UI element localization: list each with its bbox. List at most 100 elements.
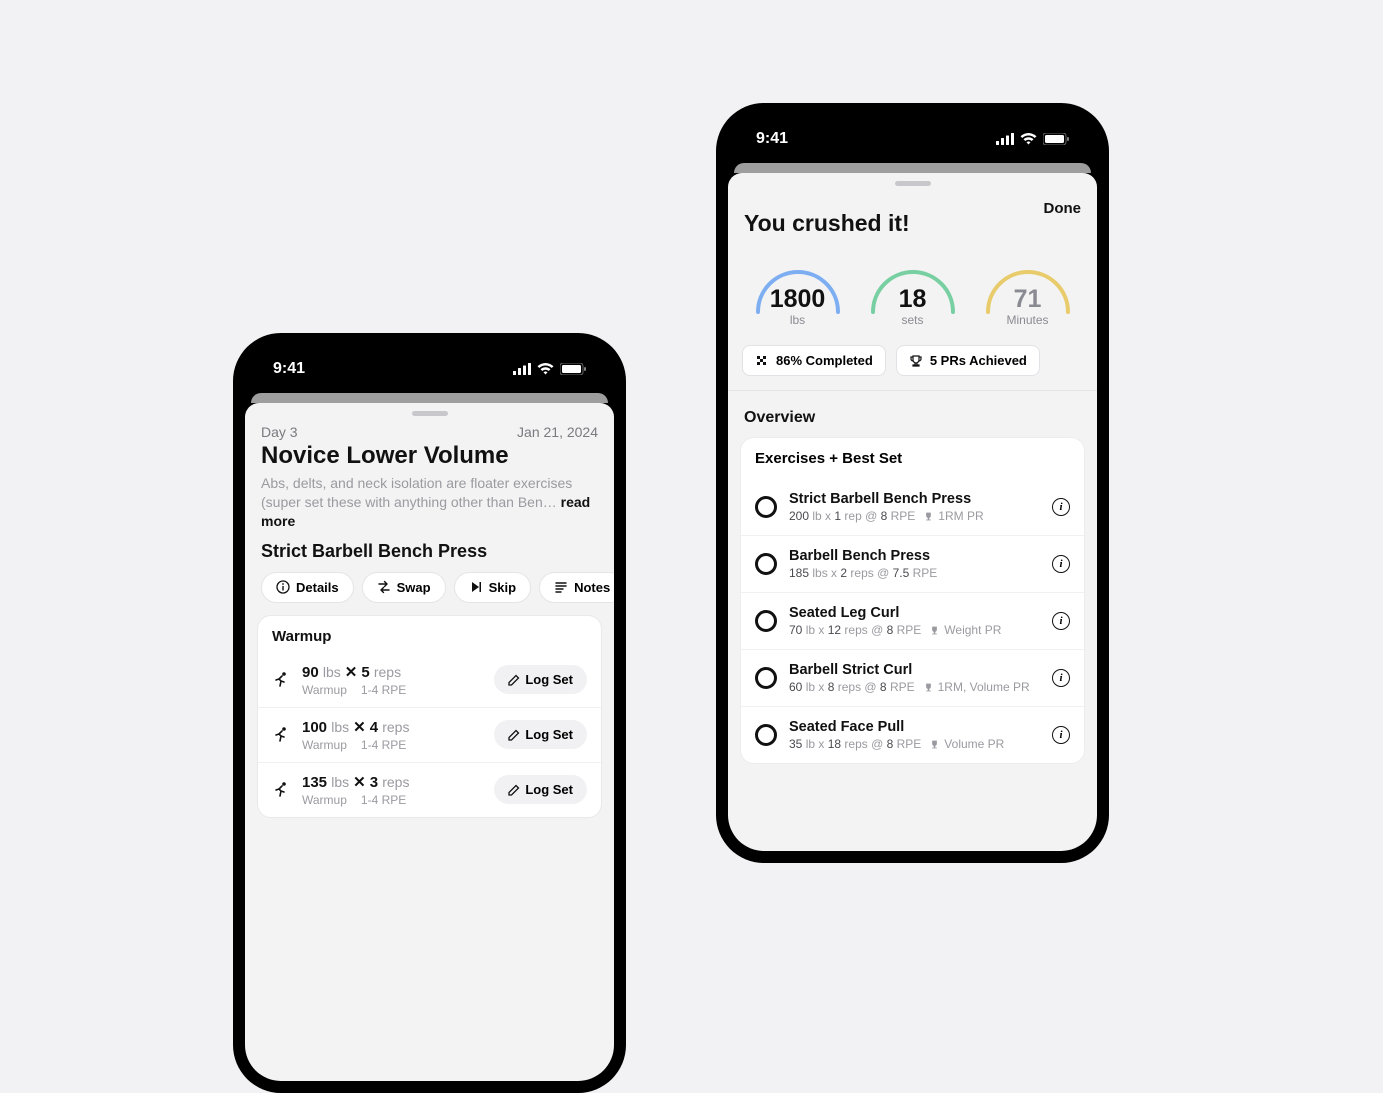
exercise-name: Seated Leg Curl [789, 605, 1040, 621]
log-set-button[interactable]: Log Set [494, 775, 587, 804]
trophy-icon [929, 739, 940, 750]
exercise-name: Strict Barbell Bench Press [789, 491, 1040, 507]
gauge-label: sets [860, 313, 965, 327]
workout-sheet: Day 3 Jan 21, 2024 Novice Lower Volume A… [245, 403, 614, 1081]
exercise-name: Seated Face Pull [789, 719, 1040, 735]
trophy-icon [909, 354, 923, 368]
done-button[interactable]: Done [1044, 200, 1082, 217]
details-button[interactable]: Details [261, 572, 354, 603]
swap-button[interactable]: Swap [362, 572, 446, 603]
battery-icon [1043, 133, 1069, 145]
pr-badge: Volume PR [929, 737, 1004, 751]
exercise-row: Seated Leg Curl 70 lb x 12 reps @ 8 RPE … [741, 592, 1084, 649]
status-icons [513, 363, 586, 375]
gauge-sets: 18 sets [860, 257, 965, 317]
notes-icon [554, 580, 568, 594]
workout-title: Novice Lower Volume [261, 442, 598, 470]
status-icons [996, 133, 1069, 145]
completion-ring [755, 724, 777, 746]
info-button[interactable]: i [1052, 669, 1070, 687]
set-info: 90 lbs✕5 reps Warmup1-4 RPE [302, 663, 482, 697]
phone-screen: 9:41 Done You crushed it! 1800 lbs 18 se… [728, 115, 1097, 851]
skip-button[interactable]: Skip [454, 572, 531, 603]
pencil-icon [508, 729, 520, 741]
exercise-row: Barbell Bench Press 185 lbs x 2 reps @ 7… [741, 535, 1084, 592]
exercises-header: Exercises + Best Set [741, 438, 1084, 479]
phone-right: 9:41 Done You crushed it! 1800 lbs 18 se… [716, 103, 1109, 863]
gauge-label: Minutes [975, 313, 1080, 327]
trophy-icon [923, 511, 934, 522]
info-button[interactable]: i [1052, 726, 1070, 744]
info-button[interactable]: i [1052, 612, 1070, 630]
status-bar: 9:41 [728, 115, 1097, 163]
trophy-icon [929, 625, 940, 636]
badges-row: 86% Completed 5 PRs Achieved [728, 327, 1097, 391]
sheet-underlay [734, 163, 1091, 173]
exercise-name: Barbell Strict Curl [789, 662, 1040, 678]
info-button[interactable]: i [1052, 555, 1070, 573]
swap-icon [377, 580, 391, 594]
set-row: 90 lbs✕5 reps Warmup1-4 RPE Log Set [258, 653, 601, 707]
set-row: 100 lbs✕4 reps Warmup1-4 RPE Log Set [258, 707, 601, 762]
overview-heading: Overview [728, 391, 1097, 437]
flag-icon [755, 354, 769, 368]
sheet-grabber[interactable] [412, 411, 448, 416]
set-info: 100 lbs✕4 reps Warmup1-4 RPE [302, 718, 482, 752]
sheet-underlay [251, 393, 608, 403]
exercise-info: Barbell Bench Press 185 lbs x 2 reps @ 7… [789, 548, 1040, 580]
running-icon [272, 781, 290, 799]
completion-ring [755, 553, 777, 575]
pencil-icon [508, 784, 520, 796]
set-row: 135 lbs✕3 reps Warmup1-4 RPE Log Set [258, 762, 601, 817]
completion-ring [755, 667, 777, 689]
exercise-row: Strict Barbell Bench Press 200 lb x 1 re… [741, 479, 1084, 535]
wifi-icon [1020, 133, 1037, 145]
pr-badge: 1RM, Volume PR [923, 680, 1030, 694]
exercises-card: Exercises + Best Set Strict Barbell Benc… [740, 437, 1085, 764]
gauges-row: 1800 lbs 18 sets 71 Minutes [728, 237, 1097, 327]
prs-badge: 5 PRs Achieved [896, 345, 1040, 376]
summary-sheet: Done You crushed it! 1800 lbs 18 sets 71… [728, 173, 1097, 851]
pr-badge: 1RM PR [923, 509, 983, 523]
completion-ring [755, 610, 777, 632]
summary-title: You crushed it! [744, 210, 1081, 237]
day-label: Day 3 [261, 424, 298, 440]
skip-icon [469, 580, 483, 594]
signal-icon [513, 363, 531, 375]
log-set-button[interactable]: Log Set [494, 720, 587, 749]
info-icon [276, 580, 290, 594]
exercise-info: Barbell Strict Curl 60 lb x 8 reps @ 8 R… [789, 662, 1040, 694]
info-button[interactable]: i [1052, 498, 1070, 516]
exercise-info: Seated Leg Curl 70 lb x 12 reps @ 8 RPE … [789, 605, 1040, 637]
notes-button[interactable]: Notes [539, 572, 614, 603]
exercise-info: Seated Face Pull 35 lb x 18 reps @ 8 RPE… [789, 719, 1040, 751]
wifi-icon [537, 363, 554, 375]
gauge-lbs: 1800 lbs [745, 257, 850, 317]
completed-badge: 86% Completed [742, 345, 886, 376]
exercise-row: Seated Face Pull 35 lb x 18 reps @ 8 RPE… [741, 706, 1084, 763]
running-icon [272, 726, 290, 744]
running-icon [272, 671, 290, 689]
status-time: 9:41 [273, 360, 305, 378]
battery-icon [560, 363, 586, 375]
phone-left: 9:41 Day 3 Jan 21, 2024 Novice Lower Vol… [233, 333, 626, 1093]
trophy-icon [923, 682, 934, 693]
log-set-button[interactable]: Log Set [494, 665, 587, 694]
completion-ring [755, 496, 777, 518]
warmup-card: Warmup 90 lbs✕5 reps Warmup1-4 RPE Log S… [257, 615, 602, 818]
pr-badge: Weight PR [929, 623, 1001, 637]
exercise-info: Strict Barbell Bench Press 200 lb x 1 re… [789, 491, 1040, 523]
exercise-actions: Details Swap Skip Notes [245, 572, 614, 615]
exercise-name: Barbell Bench Press [789, 548, 1040, 564]
date-label: Jan 21, 2024 [517, 424, 598, 440]
exercise-title: Strict Barbell Bench Press [245, 541, 614, 572]
phone-screen: 9:41 Day 3 Jan 21, 2024 Novice Lower Vol… [245, 345, 614, 1081]
signal-icon [996, 133, 1014, 145]
pencil-icon [508, 674, 520, 686]
exercise-row: Barbell Strict Curl 60 lb x 8 reps @ 8 R… [741, 649, 1084, 706]
gauge-value: 18 [860, 285, 965, 314]
status-bar: 9:41 [245, 345, 614, 393]
sheet-grabber[interactable] [895, 181, 931, 186]
gauge-label: lbs [745, 313, 850, 327]
gauge-value: 71 [975, 285, 1080, 314]
